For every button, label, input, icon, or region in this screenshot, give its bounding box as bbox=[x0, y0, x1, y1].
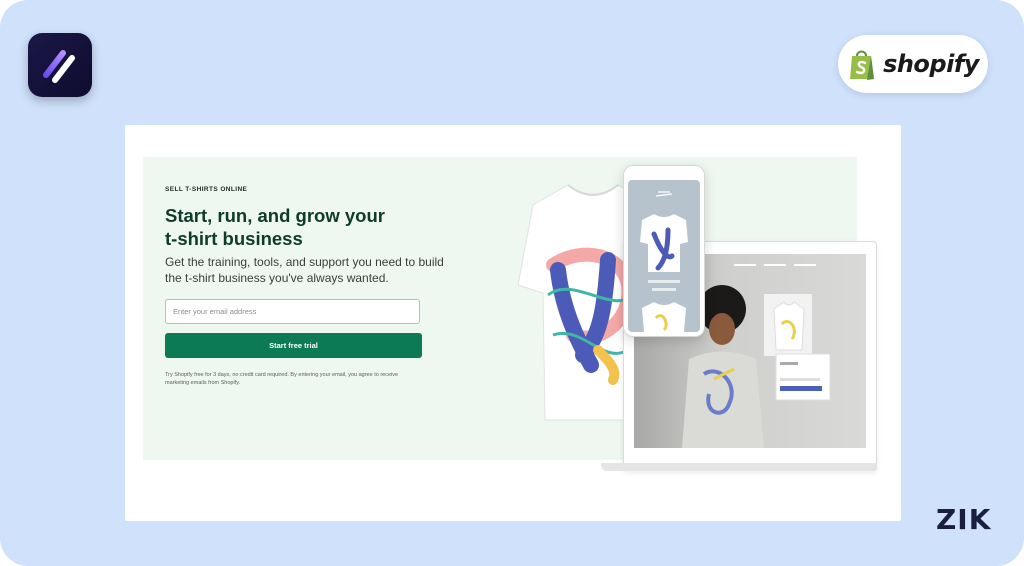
hero-section: SELL T-SHIRTS ONLINE Start, run, and gro… bbox=[143, 157, 877, 471]
hero-headline: Start, run, and grow your t-shirt busine… bbox=[165, 205, 385, 249]
eyebrow-label: SELL T-SHIRTS ONLINE bbox=[165, 186, 248, 193]
start-free-trial-button[interactable]: Start free trial bbox=[165, 333, 422, 358]
fine-print: Try Shopify free for 3 days, no credit c… bbox=[165, 372, 399, 386]
shopify-logo: shopify bbox=[838, 35, 988, 93]
hero-subhead: Get the training, tools, and support you… bbox=[165, 255, 444, 285]
shopify-wordmark: shopify bbox=[883, 50, 979, 78]
screenshot-card: SELL T-SHIRTS ONLINE Start, run, and gro… bbox=[125, 125, 901, 521]
shopify-bag-icon bbox=[850, 50, 875, 80]
laptop-base bbox=[601, 463, 877, 471]
stripes-logo-icon bbox=[28, 33, 92, 97]
zik-watermark: ZIK bbox=[936, 503, 992, 536]
email-input[interactable] bbox=[165, 299, 420, 324]
phone-mockup bbox=[623, 165, 705, 337]
phone-screen bbox=[628, 180, 700, 332]
promo-frame: shopify SELL T-SHIRTS ONLINE Start, run,… bbox=[0, 0, 1024, 566]
